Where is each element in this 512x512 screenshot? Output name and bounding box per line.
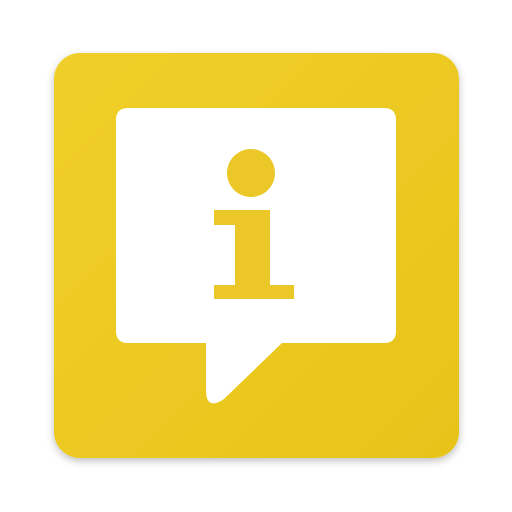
app-icon[interactable]: [0, 0, 512, 512]
info-glyph-dot: [227, 149, 275, 197]
